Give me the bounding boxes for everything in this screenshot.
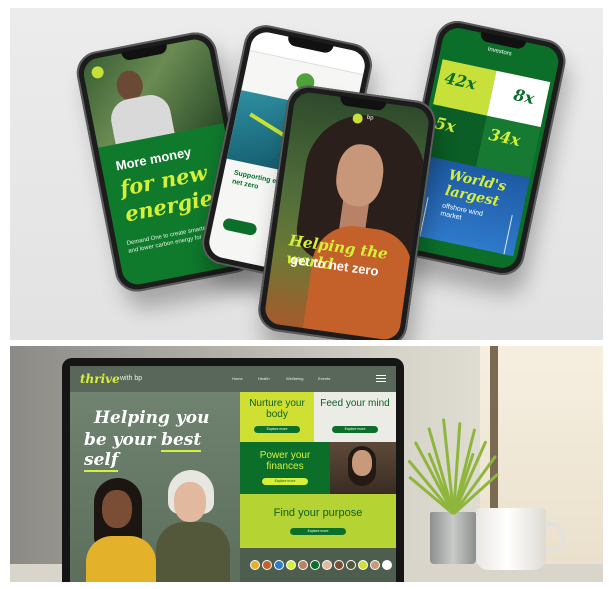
- tile-portrait-photo: [330, 442, 396, 494]
- nav-link-home[interactable]: Home: [232, 376, 243, 381]
- tile-button[interactable]: Explore more: [262, 478, 308, 485]
- person-face: [174, 482, 206, 522]
- tile-button[interactable]: Explore more: [254, 426, 300, 433]
- window-frame: [490, 346, 498, 526]
- brand-text: bp: [366, 114, 374, 122]
- avatar[interactable]: [274, 560, 284, 570]
- tile-button[interactable]: Explore more: [332, 426, 378, 433]
- phones-showcase: More money for new energies Demand One t…: [10, 8, 603, 340]
- avatar[interactable]: [286, 560, 296, 570]
- tile-title: Find your purpose: [273, 507, 363, 519]
- laptop-showcase: thrive with bp Home Health Wellbeing Eve…: [10, 346, 603, 582]
- tile-power-finances[interactable]: Power your finances Explore more: [240, 442, 330, 494]
- avatar[interactable]: [346, 560, 356, 570]
- plant-pot: [430, 512, 476, 564]
- tile-button[interactable]: Explore more: [290, 528, 346, 535]
- person-face: [352, 450, 372, 476]
- stat-value: 42x: [442, 68, 478, 94]
- avatar[interactable]: [370, 560, 380, 570]
- turbine-icon: [503, 215, 513, 255]
- tile-title: Feed your mind: [320, 398, 390, 409]
- hero-line2: be your best self: [84, 430, 240, 472]
- thrive-website: thrive with bp Home Health Wellbeing Eve…: [70, 366, 396, 582]
- hero-person-right: [156, 470, 230, 582]
- person-top: [86, 536, 156, 582]
- browser-bar: [249, 29, 368, 76]
- hero-panel: Helping you be your best self: [70, 392, 240, 582]
- stat-value: 5x: [433, 113, 458, 137]
- nav-link-wellbeing[interactable]: Wellbeing: [286, 376, 304, 381]
- person-top: [156, 522, 230, 582]
- avatar[interactable]: [310, 560, 320, 570]
- avatar[interactable]: [250, 560, 260, 570]
- phone-screen: bp Helping the world get to net zero: [263, 90, 431, 340]
- tile-feed-mind[interactable]: Feed your mind Explore more: [314, 392, 396, 442]
- avatar[interactable]: [382, 560, 392, 570]
- tile-title: Power your finances: [259, 450, 311, 472]
- brand-logo[interactable]: thrive: [80, 372, 120, 386]
- person-shirt: [107, 91, 175, 145]
- menu-icon[interactable]: [376, 375, 386, 382]
- bp-logo-icon: [90, 65, 105, 80]
- laptop-screen: thrive with bp Home Health Wellbeing Eve…: [62, 358, 404, 582]
- stat-value: 34x: [487, 124, 523, 150]
- tile-nurture-body[interactable]: Nurture your body Explore more: [240, 392, 314, 442]
- tile-find-purpose[interactable]: Find your purpose Explore more: [240, 494, 396, 548]
- hero-line2-prefix: be your: [84, 430, 156, 450]
- avatar[interactable]: [322, 560, 332, 570]
- hero-line1: Helping you: [94, 408, 210, 428]
- person-face: [102, 490, 132, 528]
- brand-suffix: with bp: [120, 375, 143, 382]
- avatar[interactable]: [298, 560, 308, 570]
- avatar-strip: [240, 548, 396, 582]
- avatar[interactable]: [262, 560, 272, 570]
- coffee-mug: [476, 508, 546, 570]
- tile-title: Nurture your body: [249, 398, 305, 420]
- nav-link-events[interactable]: Events: [318, 376, 330, 381]
- stat-value: 8x: [511, 85, 537, 108]
- avatar[interactable]: [334, 560, 344, 570]
- learn-more-button[interactable]: [221, 217, 258, 237]
- nav-link-health[interactable]: Health: [258, 376, 270, 381]
- site-nav: thrive with bp Home Health Wellbeing Eve…: [70, 366, 396, 392]
- avatar[interactable]: [358, 560, 368, 570]
- hero-person-left: [86, 478, 156, 582]
